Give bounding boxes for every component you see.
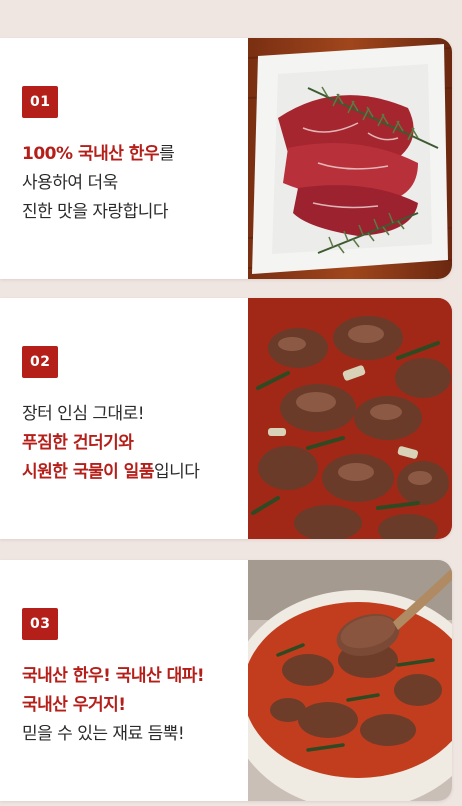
- feature-text-1: 01 100% 국내산 한우를 사용하여 더욱 진한 맛을 자랑합니다: [22, 86, 242, 227]
- feature-line: 믿을 수 있는 재료 듬뿍!: [22, 724, 185, 744]
- feature-line: 국내산 한우! 국내산 대파!: [22, 666, 205, 686]
- feature-list: 01 100% 국내산 한우를 사용하여 더욱 진한 맛을 자랑합니다 02 장…: [0, 0, 462, 806]
- raw-beef-photo: [248, 38, 452, 279]
- feature-card-1: 01 100% 국내산 한우를 사용하여 더욱 진한 맛을 자랑합니다: [0, 38, 452, 279]
- feature-line: 100% 국내산 한우를: [22, 144, 175, 164]
- stew-bowl-photo: [248, 560, 452, 801]
- feature-line: 장터 인심 그대로!: [22, 404, 145, 424]
- feature-card-2: 02 장터 인심 그대로! 푸짐한 건더기와 시원한 국물이 일품입니다: [0, 298, 452, 539]
- feature-line: 진한 맛을 자랑합니다: [22, 202, 169, 222]
- feature-text-3: 03 국내산 한우! 국내산 대파! 국내산 우거지! 믿을 수 있는 재료 듬…: [22, 608, 242, 749]
- feature-number-badge: 01: [22, 86, 59, 118]
- feature-number-badge: 02: [22, 346, 59, 378]
- feature-text-2: 02 장터 인심 그대로! 푸짐한 건더기와 시원한 국물이 일품입니다: [22, 346, 242, 487]
- feature-line: 시원한 국물이 일품입니다: [22, 462, 200, 482]
- feature-card-3: 03 국내산 한우! 국내산 대파! 국내산 우거지! 믿을 수 있는 재료 듬…: [0, 560, 452, 801]
- feature-number-badge: 03: [22, 608, 59, 640]
- beef-stew-photo: [248, 298, 452, 539]
- feature-line: 푸짐한 건더기와: [22, 433, 134, 453]
- feature-line: 사용하여 더욱: [22, 173, 118, 193]
- feature-line: 국내산 우거지!: [22, 695, 126, 715]
